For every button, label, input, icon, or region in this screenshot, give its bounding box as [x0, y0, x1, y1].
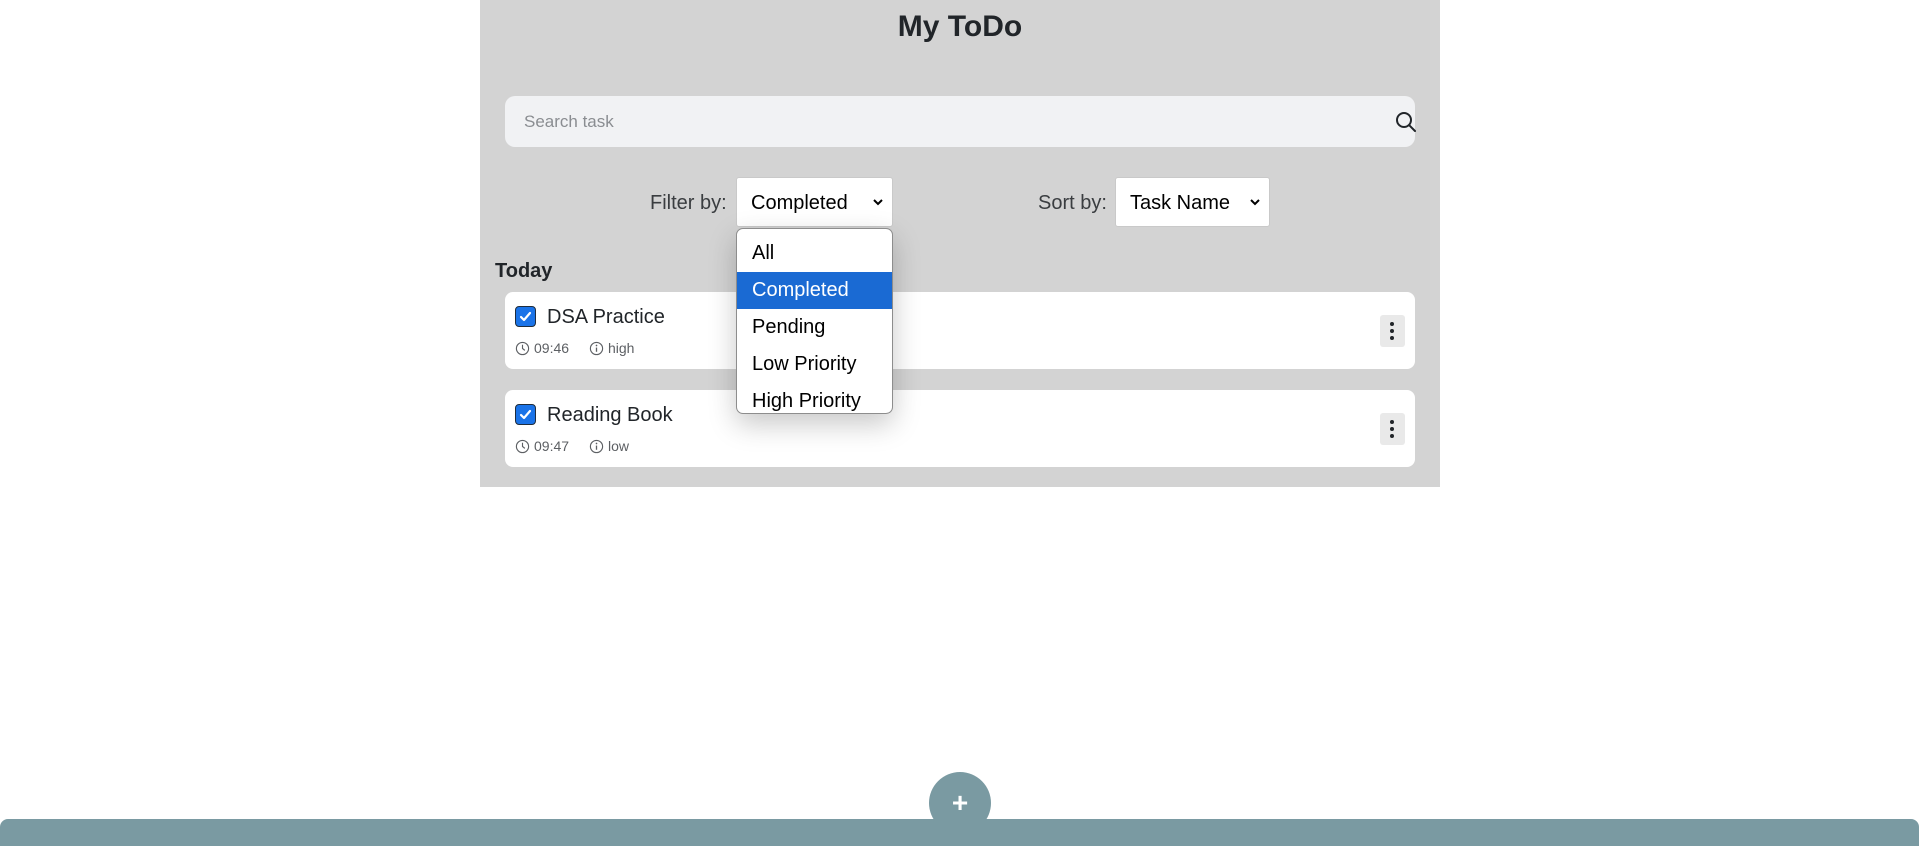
chevron-down-icon [873, 199, 883, 206]
task-name: DSA Practice [547, 306, 665, 328]
task-priority: high [589, 340, 634, 356]
kebab-dot [1390, 322, 1394, 326]
kebab-dot [1390, 336, 1394, 340]
task-priority-value: low [608, 438, 630, 454]
task-time: 09:46 [515, 340, 569, 356]
task-checkbox[interactable] [515, 306, 536, 327]
filter-dropdown-menu: All Completed Pending Low Priority High … [736, 228, 893, 414]
kebab-dot [1390, 420, 1394, 424]
info-icon [589, 341, 604, 355]
search-box [505, 96, 1418, 147]
kebab-dot [1390, 434, 1394, 438]
task-time: 09:47 [515, 438, 569, 454]
task-time-value: 09:47 [534, 438, 570, 454]
info-icon [589, 439, 604, 453]
task-card: Reading Book 09:47 low [505, 390, 1415, 467]
clock-icon [515, 439, 530, 453]
filter-option-high-priority[interactable]: High Priority [737, 383, 892, 413]
task-card: DSA Practice 09:46 high [505, 292, 1415, 369]
kebab-dot [1390, 427, 1394, 431]
sort-selected-value: Task Name [1130, 192, 1231, 214]
chevron-down-icon [1250, 199, 1260, 206]
add-task-button[interactable]: + [929, 772, 991, 834]
sort-label: Sort by: [1038, 192, 1107, 214]
task-time-value: 09:46 [534, 340, 570, 356]
task-name: Reading Book [547, 404, 673, 426]
task-priority: low [589, 438, 629, 454]
clock-icon [515, 341, 530, 355]
check-icon [519, 311, 532, 322]
check-icon [519, 409, 532, 420]
filter-option-all[interactable]: All [737, 235, 892, 272]
task-checkbox[interactable] [515, 404, 536, 425]
filter-label: Filter by: [650, 192, 727, 214]
filter-option-completed[interactable]: Completed [737, 272, 892, 309]
search-icon[interactable] [1394, 110, 1418, 134]
task-priority-value: high [608, 340, 635, 356]
filter-select[interactable]: Completed [736, 177, 893, 227]
filter-option-pending[interactable]: Pending [737, 309, 892, 346]
kebab-dot [1390, 329, 1394, 333]
sort-select[interactable]: Task Name [1115, 177, 1270, 227]
filter-selected-value: Completed [751, 192, 848, 214]
page-title: My ToDo [897, 10, 1023, 43]
todo-app-panel: My ToDo Filter by: Completed Sort by: Ta… [480, 0, 1440, 487]
task-menu-button[interactable] [1380, 413, 1405, 445]
search-input[interactable] [505, 96, 1364, 147]
task-menu-button[interactable] [1380, 315, 1405, 347]
section-title-today: Today [495, 260, 553, 282]
filter-option-low-priority[interactable]: Low Priority [737, 346, 892, 383]
